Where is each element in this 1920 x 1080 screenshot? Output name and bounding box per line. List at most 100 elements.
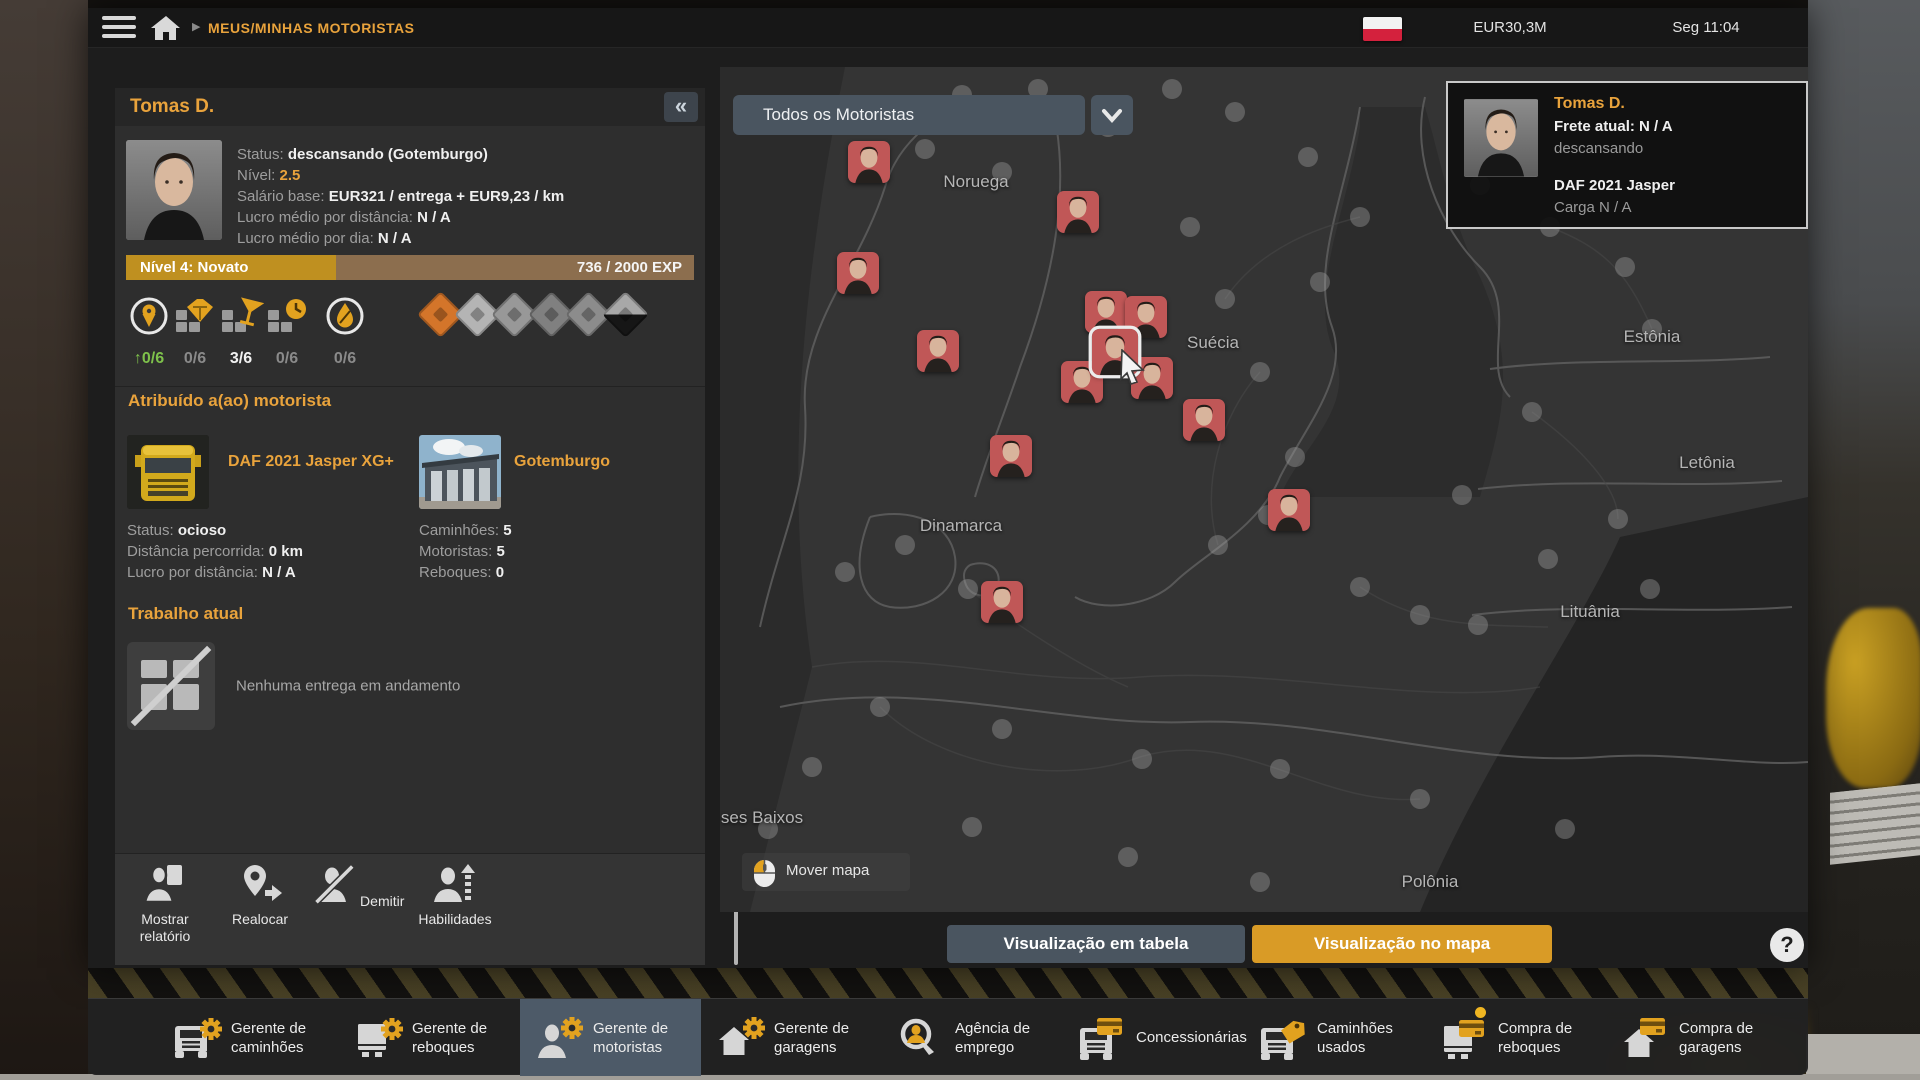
- city-dot-icon: [1162, 79, 1182, 99]
- city-dot-icon: [992, 719, 1012, 739]
- city-dot-icon: [1350, 577, 1370, 597]
- city-dot-icon: [958, 579, 978, 599]
- map-view-button[interactable]: Visualização no mapa: [1252, 925, 1552, 963]
- garage-gear-icon: [715, 1016, 765, 1060]
- money-balance: EUR30,3M: [1440, 19, 1580, 36]
- skill-fragile-cargo[interactable]: 0/6: [170, 293, 220, 368]
- truck-gear-icon: [172, 1016, 222, 1060]
- skill-urgent-delivery[interactable]: 3/6: [216, 293, 266, 368]
- driver-tooltip-card: Tomas D. Frete atual: N / A descansando …: [1446, 81, 1808, 229]
- driver-marker[interactable]: [917, 330, 959, 372]
- move-map-label: Mover mapa: [786, 862, 869, 879]
- driver-info: Status: descansando (Gotemburgo) Nível: …: [237, 144, 697, 249]
- city-dot-icon: [1522, 402, 1542, 422]
- skill-just-in-time[interactable]: 0/6: [262, 293, 312, 368]
- breadcrumb: MEUS/MINHAS MOTORISTAS: [208, 20, 415, 36]
- city-dot-icon: [1250, 872, 1270, 892]
- driver-filter-dropdown[interactable]: Todos os Motoristas: [733, 95, 1085, 135]
- buy-trailer-icon: [1439, 1016, 1489, 1060]
- city-dot-icon: [1225, 102, 1245, 122]
- assigned-section-title: Atribuído a(ao) motorista: [128, 391, 331, 411]
- nav-buy-garages[interactable]: Compra de garagens: [1606, 999, 1787, 1076]
- nav-dealers[interactable]: Concessionárias: [1063, 999, 1244, 1076]
- buy-garage-icon: [1620, 1016, 1670, 1060]
- city-dot-icon: [1410, 789, 1430, 809]
- dismiss-button[interactable]: Demitir: [310, 862, 406, 962]
- country-label: Letônia: [1679, 453, 1735, 473]
- urgent-delivery-icon: [218, 293, 264, 343]
- garage-thumbnail[interactable]: [419, 435, 501, 509]
- tooltip-status: descansando: [1554, 140, 1643, 157]
- driver-gear-icon: [534, 1016, 584, 1060]
- driver-panel-header: Tomas D. «: [115, 88, 705, 126]
- driver-marker-selected[interactable]: [1092, 329, 1138, 375]
- relocate-button[interactable]: Realocar: [212, 862, 308, 962]
- breadcrumb-arrow-icon: ▶: [192, 20, 200, 33]
- country-label: Polônia: [1402, 872, 1459, 892]
- bottom-nav-bar: Gerente de caminhões Gerente de reboques…: [88, 998, 1808, 1075]
- collapse-panel-button[interactable]: «: [664, 92, 698, 122]
- chevron-down-icon[interactable]: [1091, 95, 1133, 135]
- nav-used-trucks[interactable]: Caminhões usados: [1244, 999, 1425, 1076]
- used-trucks-icon: [1258, 1016, 1308, 1060]
- nav-trailer-manager[interactable]: Gerente de reboques: [339, 999, 520, 1076]
- exp-value: 736 / 2000 EXP: [577, 259, 682, 276]
- city-dot-icon: [1215, 289, 1235, 309]
- city-dot-icon: [1298, 147, 1318, 167]
- driver-marker[interactable]: [1057, 191, 1099, 233]
- driver-marker[interactable]: [981, 581, 1023, 623]
- tooltip-freight: Frete atual: N / A: [1554, 118, 1673, 135]
- city-dot-icon: [1640, 579, 1660, 599]
- nav-garage-manager[interactable]: Gerente de garagens: [701, 999, 882, 1076]
- dismiss-icon: [312, 862, 356, 906]
- city-dot-icon: [1555, 819, 1575, 839]
- city-dot-icon: [835, 562, 855, 582]
- driver-manager-window: ▶ MEUS/MINHAS MOTORISTAS EUR30,3M Seg 11…: [88, 8, 1808, 968]
- assigned-truck-link[interactable]: DAF 2021 Jasper XG+: [228, 453, 394, 471]
- city-dot-icon: [1452, 485, 1472, 505]
- city-dot-icon: [1468, 615, 1488, 635]
- menu-icon[interactable]: [102, 16, 136, 40]
- truck-image: [127, 435, 209, 509]
- poland-flag-icon: [1363, 17, 1402, 41]
- tooltip-driver-name: Tomas D.: [1554, 95, 1625, 113]
- skill-long-distance[interactable]: ↑0/6: [124, 293, 174, 368]
- top-bar: ▶ MEUS/MINHAS MOTORISTAS EUR30,3M Seg 11…: [88, 8, 1808, 48]
- driver-marker[interactable]: [1268, 489, 1310, 531]
- city-dot-icon: [1285, 447, 1305, 467]
- skill-eco-driving[interactable]: 0/6: [320, 293, 370, 368]
- driver-marker[interactable]: [990, 435, 1032, 477]
- nav-buy-trailers[interactable]: Compra de reboques: [1425, 999, 1606, 1076]
- city-dot-icon: [1250, 362, 1270, 382]
- eco-driving-icon: [322, 293, 368, 343]
- city-dot-icon: [1310, 272, 1330, 292]
- truck-thumbnail[interactable]: [127, 435, 209, 509]
- table-view-button[interactable]: Visualização em tabela: [947, 925, 1245, 963]
- show-report-button[interactable]: Mostrar relatório: [117, 862, 213, 962]
- long-distance-icon: [126, 293, 172, 343]
- country-label: ses Baixos: [721, 808, 803, 828]
- driver-action-bar: Mostrar relatório Realocar Demitir: [115, 853, 705, 965]
- nav-driver-manager[interactable]: Gerente de motoristas: [520, 999, 701, 1076]
- skills-icon: [433, 862, 477, 906]
- city-dot-icon: [870, 697, 890, 717]
- assigned-garage-link[interactable]: Gotemburgo: [514, 453, 610, 471]
- driver-marker[interactable]: [848, 141, 890, 183]
- help-button[interactable]: ?: [1770, 928, 1804, 962]
- home-icon[interactable]: [150, 14, 182, 42]
- driver-marker[interactable]: [837, 252, 879, 294]
- city-dot-icon: [1118, 847, 1138, 867]
- country-label: Lituânia: [1560, 602, 1620, 622]
- nav-truck-manager[interactable]: Gerente de caminhões: [158, 999, 339, 1076]
- driver-marker[interactable]: [1085, 291, 1127, 333]
- nav-job-agency[interactable]: Agência de emprego: [882, 999, 1063, 1076]
- tooltip-driver-photo: [1464, 99, 1538, 177]
- driver-photo: [126, 140, 222, 240]
- driver-level-label: Nível 4: Novato: [140, 259, 248, 276]
- driver-marker[interactable]: [1183, 399, 1225, 441]
- yellow-truck-background: [1826, 608, 1920, 788]
- skills-button[interactable]: Habilidades: [407, 862, 503, 962]
- map-view[interactable]: NoruegaSuéciaEstôniaLetôniaLituâniaDinam…: [720, 67, 1808, 912]
- move-map-hint: Mover mapa: [742, 853, 910, 891]
- no-cargo-icon: [127, 642, 215, 730]
